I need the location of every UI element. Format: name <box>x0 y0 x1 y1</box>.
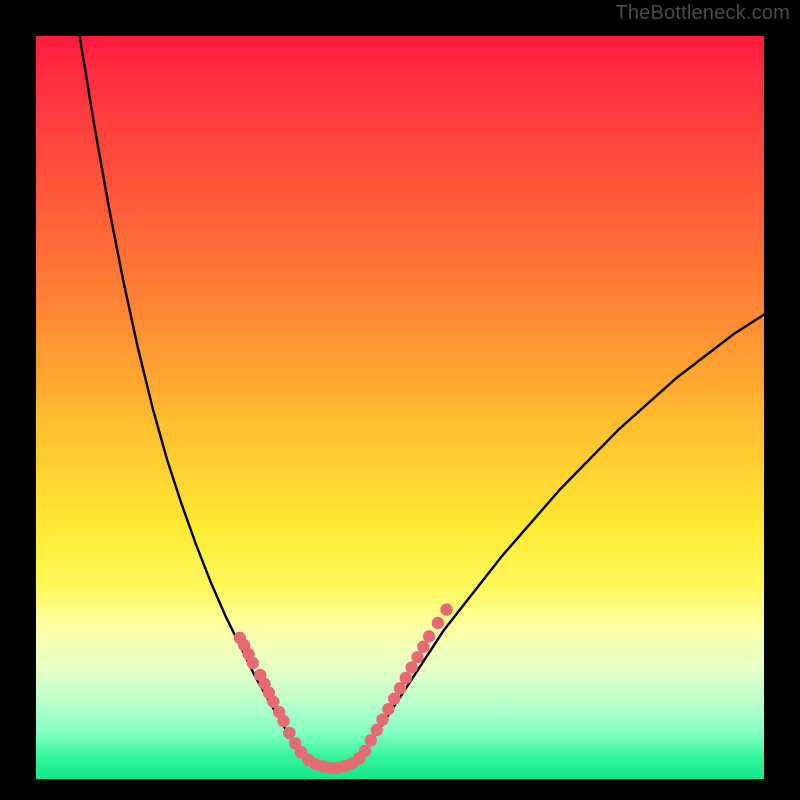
data-marker <box>405 661 417 673</box>
data-marker <box>440 603 452 615</box>
data-marker <box>371 724 383 736</box>
data-marker <box>267 696 279 708</box>
data-marker <box>283 727 295 739</box>
marker-layer <box>234 603 453 774</box>
data-marker <box>365 734 377 746</box>
curve-right-curve <box>356 315 764 762</box>
data-marker <box>423 630 435 642</box>
data-marker <box>417 641 429 653</box>
attribution-label: TheBottleneck.com <box>615 2 790 25</box>
data-marker <box>388 693 400 705</box>
data-marker <box>359 745 371 757</box>
data-marker <box>411 651 423 663</box>
chart-svg <box>36 36 764 779</box>
data-marker <box>277 715 289 727</box>
data-marker <box>382 703 394 715</box>
data-marker <box>400 672 412 684</box>
curve-left-curve <box>80 36 313 764</box>
data-marker <box>247 657 259 669</box>
data-marker <box>376 713 388 725</box>
data-marker <box>394 682 406 694</box>
plot-area <box>36 36 764 779</box>
chart-frame: TheBottleneck.com <box>0 0 800 800</box>
data-marker <box>432 617 444 629</box>
